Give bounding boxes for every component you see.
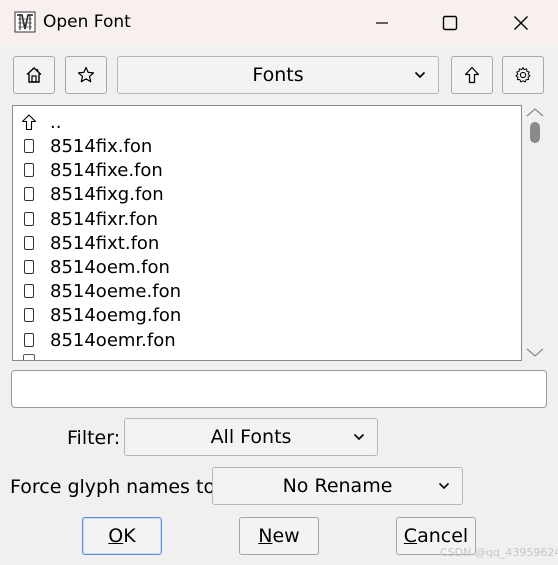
file-name: 8514oem.fon: [50, 257, 170, 278]
file-name: 8514fixt.fon: [50, 233, 160, 254]
cancel-mnemonic: C: [403, 525, 418, 547]
minimize-icon: [376, 22, 388, 24]
file-icon: [24, 333, 34, 347]
file-name: ..: [50, 112, 62, 133]
file-icon: [24, 260, 34, 274]
arrow-up-icon: [464, 66, 480, 84]
watermark: CSDN @qq_43959624: [440, 546, 558, 559]
minimize-button[interactable]: [366, 8, 398, 38]
file-icon: [24, 308, 34, 322]
fontforge-icon: [14, 11, 36, 33]
file-name: 8514fixe.fon: [50, 160, 163, 181]
settings-button[interactable]: [502, 56, 544, 94]
file-name: 8514oemg.fon: [50, 305, 182, 326]
ok-mnemonic: O: [108, 525, 124, 547]
list-item-parent[interactable]: ..: [13, 111, 521, 135]
rename-dropdown[interactable]: No Rename: [212, 467, 463, 505]
file-icon: [24, 187, 34, 201]
maximize-icon: [442, 15, 458, 31]
ok-button[interactable]: OK: [82, 517, 162, 555]
list-item[interactable]: 8514fixt.fon: [13, 232, 521, 256]
file-list-scrollbar[interactable]: [524, 105, 546, 361]
gear-icon: [515, 67, 531, 83]
list-item[interactable]: 8514oeme.fon: [13, 280, 521, 304]
new-mnemonic: N: [258, 525, 273, 547]
new-button[interactable]: New: [239, 517, 319, 555]
file-name: 8514oemr.fon: [50, 330, 176, 351]
list-item[interactable]: 8514fixr.fon: [13, 208, 521, 232]
parent-directory-button[interactable]: [451, 56, 493, 94]
cancel-label-rest: ancel: [417, 525, 469, 547]
scroll-thumb: [530, 122, 540, 143]
rename-label: Force glyph names to:: [10, 476, 222, 498]
home-button[interactable]: [13, 56, 55, 94]
star-icon: [77, 66, 95, 83]
directory-dropdown[interactable]: Fonts: [117, 56, 439, 94]
filename-input[interactable]: [11, 370, 547, 408]
chevron-down-icon: [438, 482, 450, 490]
file-name: 8514fixr.fon: [50, 209, 159, 230]
list-item[interactable]: 8514fixg.fon: [13, 183, 521, 207]
close-button[interactable]: [505, 8, 537, 38]
list-item[interactable]: 8514fixe.fon: [13, 159, 521, 183]
file-list[interactable]: .. 8514fix.fon 8514fixe.fon 8514fixg.fon…: [12, 105, 522, 361]
filter-label: Filter:: [67, 427, 121, 449]
file-icon: [24, 139, 34, 153]
file-icon: [24, 212, 34, 226]
home-icon: [26, 67, 42, 83]
file-name: 8514fixg.fon: [50, 184, 164, 205]
filter-dropdown[interactable]: All Fonts: [124, 418, 378, 456]
directory-label: Fonts: [252, 64, 304, 86]
maximize-button[interactable]: [434, 8, 466, 38]
file-icon: [24, 236, 34, 250]
file-icon-partial: [23, 354, 35, 360]
ok-label-rest: K: [123, 525, 136, 547]
filter-value: All Fonts: [210, 426, 292, 448]
scroll-up-icon: [526, 108, 544, 117]
arrow-up-icon: [21, 114, 37, 131]
chevron-down-icon: [414, 71, 426, 79]
file-icon: [24, 163, 34, 177]
bookmark-button[interactable]: [65, 56, 107, 94]
close-icon: [514, 16, 528, 30]
list-item[interactable]: 8514oem.fon: [13, 256, 521, 280]
file-icon: [24, 284, 34, 298]
file-name: 8514oeme.fon: [50, 281, 181, 302]
chevron-down-icon: [353, 433, 365, 441]
scroll-down-icon: [526, 348, 544, 357]
file-name: 8514fix.fon: [50, 136, 153, 157]
rename-value: No Rename: [282, 475, 393, 497]
list-item[interactable]: 8514oemr.fon: [13, 329, 521, 353]
new-label-rest: ew: [272, 525, 300, 547]
title-bar: Open Font: [0, 0, 558, 46]
window-title: Open Font: [43, 12, 131, 32]
list-item[interactable]: 8514fix.fon: [13, 135, 521, 159]
list-item[interactable]: 8514oemg.fon: [13, 304, 521, 328]
